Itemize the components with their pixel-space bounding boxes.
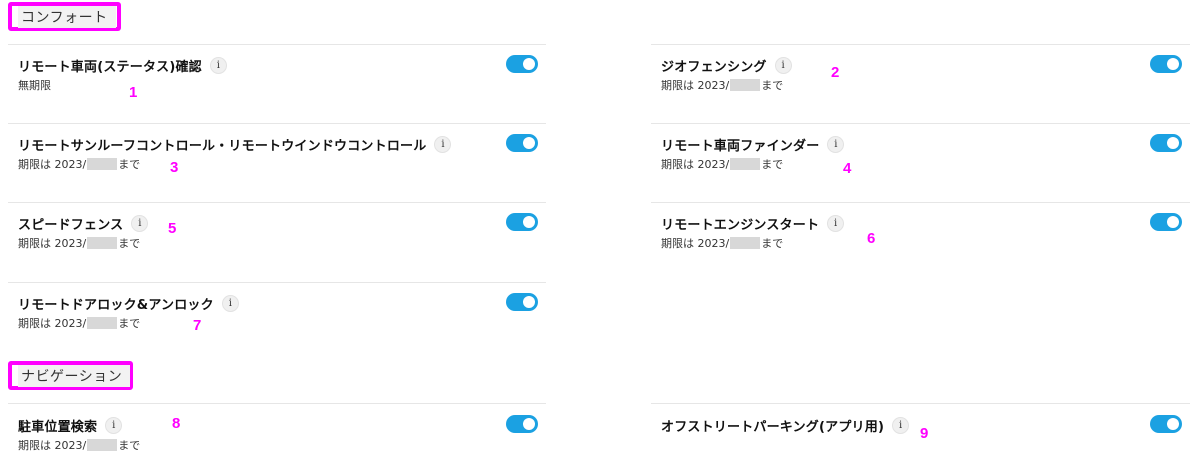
feature-title: リモート車両ファインダー	[661, 138, 820, 154]
info-icon[interactable]: i	[131, 214, 149, 232]
feature-parking-location-search: 駐車位置検索 i 期限は 2023/まで	[18, 414, 542, 464]
feature-title: オフストリートパーキング(アプリ用)	[661, 419, 885, 435]
feature-speed-fence: スピードフェンス i 期限は 2023/まで	[18, 212, 542, 262]
feature-toggle[interactable]	[506, 134, 538, 152]
redacted-date	[730, 158, 761, 170]
feature-title: 駐車位置検索	[18, 419, 98, 435]
annotation-number: 8	[172, 415, 181, 432]
feature-remote-sunroof-window: リモートサンルーフコントロール・リモートウインドウコントロール i 期限は 20…	[18, 133, 542, 183]
feature-toggle[interactable]	[506, 213, 538, 231]
expiry-suffix: まで	[761, 158, 784, 171]
redacted-date	[87, 317, 118, 329]
feature-remote-vehicle-status: リモート車両(ステータス)確認 i 無期限	[18, 54, 542, 104]
info-icon[interactable]: i	[827, 135, 845, 153]
feature-expiry: 無期限	[18, 77, 51, 93]
feature-title: リモート車両(ステータス)確認	[18, 59, 202, 75]
info-icon[interactable]: i	[221, 294, 239, 312]
feature-remote-vehicle-finder: リモート車両ファインダー i 期限は 2023/まで	[661, 133, 1186, 183]
annotation-number: 9	[920, 425, 929, 442]
row-divider	[8, 44, 546, 45]
feature-toggle[interactable]	[1150, 415, 1182, 433]
feature-expiry: 期限は 2023/まで	[661, 156, 783, 172]
toggle-knob	[523, 216, 535, 228]
feature-remote-engine-start: リモートエンジンスタート i 期限は 2023/まで	[661, 212, 1186, 262]
annotation-number: 5	[168, 220, 177, 237]
info-icon[interactable]: i	[774, 56, 792, 74]
info-icon[interactable]: i	[434, 135, 452, 153]
redacted-date	[730, 79, 761, 91]
section-header-navigation: ナビゲーション	[8, 361, 133, 390]
feature-title: リモートサンルーフコントロール・リモートウインドウコントロール	[18, 138, 427, 154]
feature-expiry: 期限は 2023/まで	[18, 156, 140, 172]
feature-expiry: 期限は 2023/まで	[18, 437, 140, 453]
toggle-knob	[1167, 216, 1179, 228]
redacted-date	[87, 439, 118, 451]
redacted-date	[87, 158, 118, 170]
redacted-date	[730, 237, 761, 249]
info-icon[interactable]: i	[105, 416, 123, 434]
feature-toggle[interactable]	[506, 293, 538, 311]
expiry-suffix: まで	[118, 158, 141, 171]
redacted-date	[87, 237, 118, 249]
feature-title: ジオフェンシング	[661, 59, 767, 75]
expiry-prefix: 期限は 2023/	[18, 237, 87, 250]
row-divider	[651, 123, 1190, 124]
feature-geofencing: ジオフェンシング i 期限は 2023/まで	[661, 54, 1186, 104]
feature-toggle[interactable]	[1150, 134, 1182, 152]
toggle-knob	[523, 58, 535, 70]
feature-remote-door-lock: リモートドアロック&アンロック i 期限は 2023/まで	[18, 292, 542, 342]
annotation-number: 2	[831, 64, 840, 81]
expiry-prefix: 期限は 2023/	[661, 79, 730, 92]
expiry-prefix: 期限は 2023/	[18, 158, 87, 171]
feature-toggle[interactable]	[1150, 55, 1182, 73]
feature-expiry: 期限は 2023/まで	[661, 77, 783, 93]
expiry-suffix: まで	[118, 317, 141, 330]
toggle-knob	[1167, 418, 1179, 430]
expiry-suffix: まで	[118, 439, 141, 452]
annotation-number: 3	[170, 159, 179, 176]
annotation-number: 7	[193, 317, 202, 334]
feature-toggle[interactable]	[1150, 213, 1182, 231]
feature-expiry: 期限は 2023/まで	[661, 235, 783, 251]
expiry-prefix: 期限は 2023/	[661, 237, 730, 250]
feature-title: スピードフェンス	[18, 217, 124, 233]
expiry-prefix: 期限は 2023/	[661, 158, 730, 171]
expiry-suffix: まで	[761, 79, 784, 92]
feature-toggle[interactable]	[506, 415, 538, 433]
feature-toggle[interactable]	[506, 55, 538, 73]
expiry-prefix: 期限は 2023/	[18, 439, 87, 452]
feature-expiry: 期限は 2023/まで	[18, 235, 140, 251]
toggle-knob	[1167, 58, 1179, 70]
expiry-text: 無期限	[18, 79, 51, 92]
annotation-number: 4	[843, 160, 852, 177]
row-divider	[8, 282, 546, 283]
section-title-navigation: ナビゲーション	[18, 364, 131, 387]
toggle-knob	[1167, 137, 1179, 149]
row-divider	[651, 202, 1190, 203]
row-divider	[8, 202, 546, 203]
info-icon[interactable]: i	[209, 56, 227, 74]
expiry-suffix: まで	[761, 237, 784, 250]
info-icon[interactable]: i	[892, 416, 910, 434]
toggle-knob	[523, 296, 535, 308]
row-divider	[651, 403, 1190, 404]
feature-title: リモートドアロック&アンロック	[18, 297, 214, 313]
feature-title: リモートエンジンスタート	[661, 217, 820, 233]
annotation-number: 6	[867, 230, 876, 247]
expiry-suffix: まで	[118, 237, 141, 250]
annotation-number: 1	[129, 84, 138, 101]
toggle-knob	[523, 418, 535, 430]
info-icon[interactable]: i	[827, 214, 845, 232]
row-divider	[8, 123, 546, 124]
row-divider	[8, 403, 546, 404]
section-header-comfort: コンフォート	[8, 2, 121, 31]
row-divider	[651, 44, 1190, 45]
section-title-comfort: コンフォート	[18, 5, 116, 28]
feature-expiry: 期限は 2023/まで	[18, 315, 140, 331]
expiry-prefix: 期限は 2023/	[18, 317, 87, 330]
toggle-knob	[523, 137, 535, 149]
